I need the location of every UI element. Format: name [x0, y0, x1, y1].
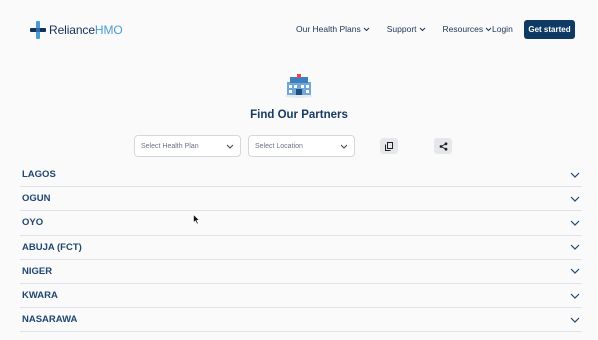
region-label: KWARA: [22, 290, 58, 302]
chevron-down-icon: [570, 293, 580, 299]
chevron-down-icon: [226, 144, 234, 149]
nav-item-resources[interactable]: Resources: [443, 24, 493, 34]
region-label: ABUJA (FCT): [22, 241, 82, 253]
location-placeholder: Select Location: [255, 142, 303, 150]
main-nav: Our Health Plans Support Resources: [296, 24, 509, 34]
nav-item-support[interactable]: Support: [387, 24, 426, 34]
health-plan-placeholder: Select Health Plan: [141, 142, 199, 150]
copy-button[interactable]: [380, 138, 398, 154]
region-row-kwara[interactable]: KWARA: [20, 284, 582, 309]
site-header: RelianceHMO Our Health Plans Support Res…: [0, 0, 598, 62]
brand-name: RelianceHMO: [49, 23, 123, 37]
health-plan-select[interactable]: Select Health Plan: [134, 135, 241, 157]
region-row-ogun[interactable]: OGUN: [20, 187, 582, 212]
location-select[interactable]: Select Location: [248, 135, 355, 157]
chevron-down-icon: [570, 317, 580, 323]
cross-plus-icon: [30, 21, 46, 39]
region-label: NASARAWA: [22, 314, 78, 326]
chevron-down-icon: [340, 144, 348, 149]
region-row-oyo[interactable]: OYO: [20, 211, 582, 236]
share-icon: [439, 141, 447, 151]
copy-icon: [385, 141, 393, 151]
chevron-down-icon: [570, 268, 580, 275]
brand-logo[interactable]: RelianceHMO: [30, 20, 123, 40]
chevron-down-icon: [570, 172, 580, 178]
hospital-building-icon: [285, 74, 313, 98]
chevron-down-icon: [570, 196, 580, 202]
login-link[interactable]: Login: [492, 24, 513, 34]
nav-item-label: Resources: [442, 24, 484, 34]
get-started-button[interactable]: Get started: [524, 20, 575, 39]
page-title: Find Our Partners: [250, 109, 348, 121]
region-label: OGUN: [22, 193, 51, 205]
region-label: OYO: [22, 217, 44, 229]
chevron-down-icon: [570, 244, 580, 251]
share-button[interactable]: [434, 138, 452, 154]
region-row-niger[interactable]: NIGER: [20, 260, 582, 284]
region-label: NIGER: [22, 265, 53, 277]
region-row-abuja[interactable]: ABUJA (FCT): [20, 236, 582, 260]
chevron-down-icon: [570, 220, 580, 226]
chevron-down-icon: [419, 27, 425, 31]
region-accordion: LAGOS OGUN OYO ABUJA (FCT) NIGER KWARA N…: [20, 163, 582, 333]
chevron-down-icon: [363, 27, 370, 31]
region-row-lagos[interactable]: LAGOS: [20, 163, 582, 188]
nav-item-label: Support: [386, 24, 417, 34]
mouse-pointer-icon: [193, 214, 200, 225]
region-label: LAGOS: [22, 169, 56, 181]
region-row-nasarawa[interactable]: NASARAWA: [20, 308, 582, 333]
nav-item-health-plans[interactable]: Our Health Plans: [296, 24, 370, 34]
nav-item-label: Our Health Plans: [296, 24, 361, 34]
